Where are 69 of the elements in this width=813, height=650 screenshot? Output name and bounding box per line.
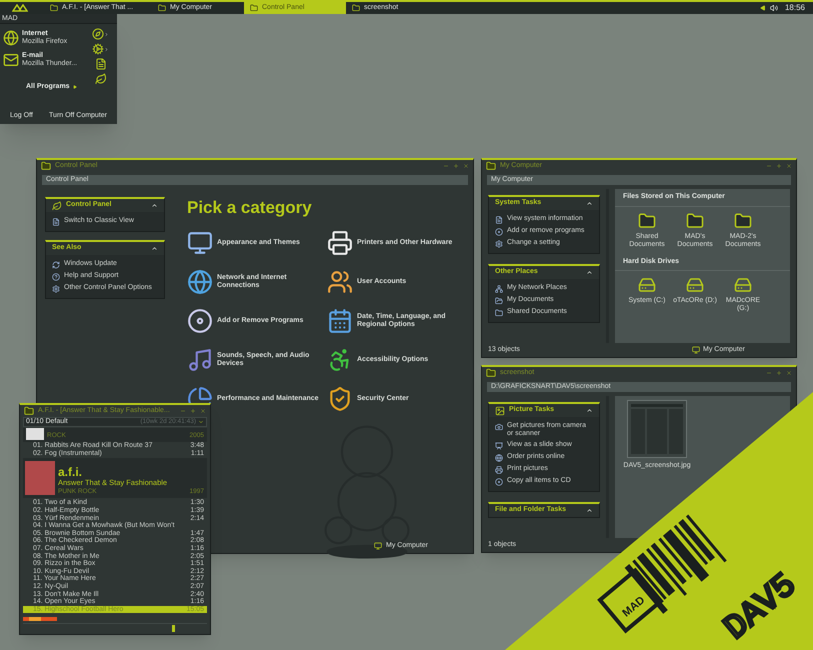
category-icon <box>187 230 213 256</box>
close-icon[interactable] <box>200 408 206 414</box>
task-icon <box>495 240 503 248</box>
collapse-caret-icon[interactable] <box>586 507 593 514</box>
folder-icon <box>250 4 258 12</box>
folder-icon <box>638 212 656 230</box>
task-icon <box>495 442 503 450</box>
close-icon[interactable] <box>786 163 792 169</box>
task-icon <box>52 273 60 281</box>
computer-icon <box>374 542 382 550</box>
maximize-icon[interactable] <box>453 163 459 169</box>
drive-icon <box>686 276 704 294</box>
folder-icon <box>734 212 752 230</box>
shortcut-icon[interactable] <box>94 58 106 70</box>
maximize-icon[interactable] <box>190 408 196 414</box>
category-icon <box>187 346 213 372</box>
shortcut-icon[interactable] <box>92 28 104 40</box>
tray-arrow-icon[interactable] <box>760 5 766 11</box>
task-icon <box>495 228 503 236</box>
task-icon <box>495 285 503 293</box>
collapse-caret-icon[interactable] <box>586 200 593 207</box>
close-icon[interactable] <box>786 370 792 376</box>
drive-icon <box>734 276 752 294</box>
shortcut-icon[interactable] <box>94 73 106 85</box>
close-icon[interactable] <box>463 163 469 169</box>
task-icon <box>495 478 503 486</box>
folder-icon <box>24 406 34 416</box>
collapse-caret-icon[interactable] <box>586 269 593 276</box>
task-icon <box>495 454 503 462</box>
task-icon <box>495 423 503 431</box>
shortcut-icon[interactable] <box>92 43 104 55</box>
task-icon <box>495 216 503 224</box>
maximize-icon[interactable] <box>776 370 782 376</box>
globe-icon <box>3 30 19 46</box>
album-cover-placeholder <box>25 461 55 496</box>
collapse-caret-icon[interactable] <box>586 407 593 414</box>
slider-thumb[interactable] <box>172 625 176 632</box>
folder-icon <box>41 161 51 171</box>
dropdown-caret-icon <box>198 419 204 425</box>
task-icon <box>52 218 60 226</box>
task-icon <box>495 466 503 474</box>
category-icon <box>327 268 353 294</box>
computer-icon <box>692 346 700 354</box>
album-artist: a.f.i. <box>58 467 84 478</box>
task-icon <box>495 297 503 305</box>
collapse-caret-icon[interactable] <box>151 202 158 209</box>
logo-box <box>597 568 664 634</box>
maximize-icon[interactable] <box>776 163 782 169</box>
task-icon <box>52 261 60 269</box>
category-icon <box>327 308 353 334</box>
album-cover-placeholder <box>26 428 44 440</box>
arrow-icon <box>72 85 77 90</box>
volume-slider[interactable] <box>23 623 207 631</box>
drive-icon <box>638 276 656 294</box>
visualizer-drawing <box>23 617 57 621</box>
folder-icon <box>686 212 704 230</box>
mail-icon <box>3 52 19 68</box>
collapse-caret-icon[interactable] <box>151 245 158 252</box>
speaker-icon[interactable] <box>770 4 778 12</box>
task-icon <box>52 285 60 293</box>
folder-icon <box>486 161 496 171</box>
category-icon <box>187 308 213 334</box>
category-icon <box>327 230 353 256</box>
folder-icon <box>486 368 496 378</box>
clock: 18:56 <box>784 2 805 14</box>
image-thumbnail <box>627 400 687 458</box>
task-icon <box>495 309 503 317</box>
category-icon <box>187 268 213 294</box>
page-heading: Pick a category <box>187 197 313 219</box>
